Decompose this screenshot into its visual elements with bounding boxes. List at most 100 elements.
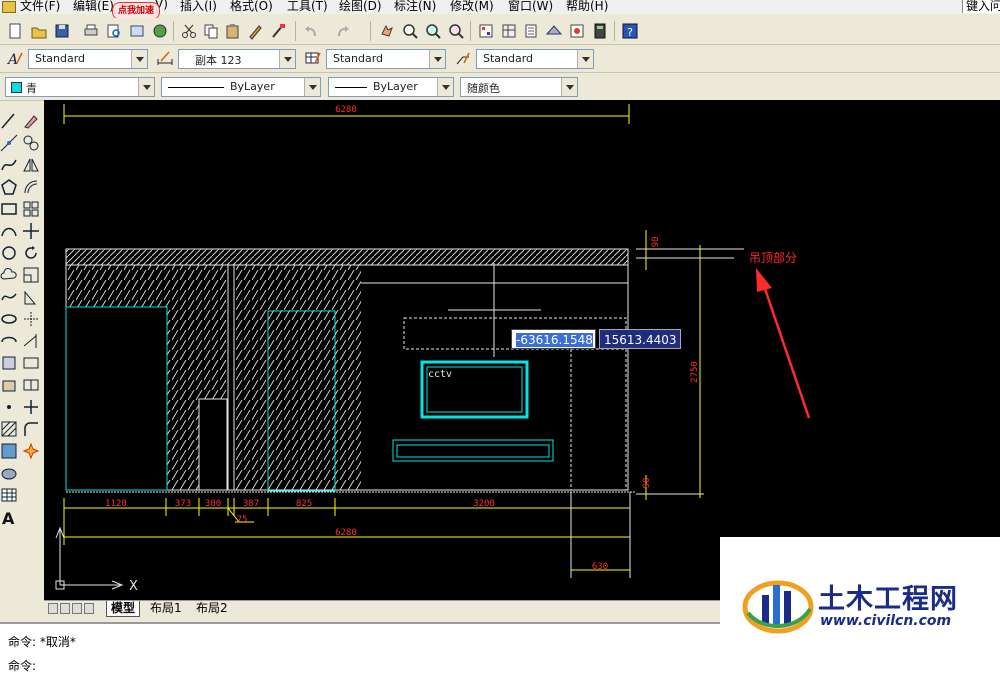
multileader-style-value: Standard <box>483 52 534 65</box>
break-icon[interactable] <box>22 354 40 372</box>
revision-cloud-icon[interactable] <box>0 266 18 284</box>
spline-icon[interactable] <box>0 288 18 306</box>
linetype-select[interactable]: ByLayer <box>161 77 321 97</box>
copy-object-icon[interactable] <box>22 134 40 152</box>
print-icon[interactable] <box>82 22 100 40</box>
hatch-icon[interactable] <box>0 420 18 438</box>
construction-line-icon[interactable] <box>0 134 18 152</box>
rotate-icon[interactable] <box>22 244 40 262</box>
table-style-icon[interactable] <box>304 49 322 67</box>
save-icon[interactable] <box>53 22 71 40</box>
extend-icon[interactable] <box>22 332 40 350</box>
circle-icon[interactable] <box>0 244 18 262</box>
menu-format[interactable]: 格式(O) <box>230 0 273 14</box>
offset-icon[interactable] <box>22 178 40 196</box>
menu-insert[interactable]: 插入(I) <box>180 0 217 14</box>
command-prompt[interactable]: 命令: <box>8 657 36 674</box>
region-icon[interactable] <box>0 464 18 482</box>
block-editor-icon[interactable] <box>270 22 288 40</box>
tab-next-icon[interactable] <box>72 603 82 614</box>
dim-style-icon[interactable] <box>156 49 174 67</box>
erase-icon[interactable] <box>22 112 40 130</box>
line-icon[interactable] <box>0 112 18 130</box>
zoom-window-icon[interactable] <box>424 22 442 40</box>
make-block-icon[interactable] <box>0 376 18 394</box>
tab-first-icon[interactable] <box>48 603 58 614</box>
undo-icon[interactable] <box>302 22 320 40</box>
insert-block-icon[interactable] <box>0 354 18 372</box>
calculator-icon[interactable] <box>591 22 609 40</box>
menu-file[interactable]: 文件(F) <box>20 0 60 14</box>
publish-icon[interactable] <box>128 22 146 40</box>
match-properties-icon[interactable] <box>247 22 265 40</box>
menu-edit[interactable]: 编辑(E) <box>73 0 114 14</box>
civilcn-logo-icon <box>742 580 814 634</box>
sheet-set-icon[interactable] <box>545 22 563 40</box>
join-icon[interactable] <box>22 376 40 394</box>
layer-color-select[interactable]: 青 <box>5 77 155 97</box>
polyline-icon[interactable] <box>0 156 18 174</box>
mirror-icon[interactable] <box>22 156 40 174</box>
menu-help[interactable]: 帮助(H) <box>566 0 608 14</box>
zoom-realtime-icon[interactable] <box>401 22 419 40</box>
rectangle-icon[interactable] <box>0 200 18 218</box>
menu-tools[interactable]: 工具(T) <box>287 0 328 14</box>
arc-icon[interactable] <box>0 222 18 240</box>
app-icon[interactable] <box>2 1 16 13</box>
ellipse-icon[interactable] <box>0 310 18 328</box>
menu-modify[interactable]: 修改(M) <box>450 0 494 14</box>
explode-icon[interactable] <box>22 442 40 460</box>
text-style-icon[interactable]: A <box>6 49 24 68</box>
point-icon[interactable] <box>0 398 18 416</box>
tab-layout1[interactable]: 布局1 <box>146 601 186 616</box>
chamfer-icon[interactable] <box>22 398 40 416</box>
menu-draw[interactable]: 绘图(D) <box>339 0 382 14</box>
move-icon[interactable] <box>22 222 40 240</box>
help-search-box[interactable]: 键入问 <box>962 0 1000 13</box>
multiline-text-icon[interactable]: A <box>0 508 18 528</box>
drawing-canvas[interactable]: cctv 6280 1120 373 300 387 825 3200 75 6… <box>44 100 1000 600</box>
table-style-select[interactable]: Standard <box>326 49 446 69</box>
plot-preview-icon[interactable] <box>105 22 123 40</box>
array-icon[interactable] <box>22 200 40 218</box>
ellipse-arc-icon[interactable] <box>0 332 18 350</box>
tab-last-icon[interactable] <box>84 603 94 614</box>
cut-icon[interactable] <box>180 22 198 40</box>
trim-icon[interactable] <box>22 310 40 328</box>
open-file-icon[interactable] <box>30 22 48 40</box>
dynamic-input-y[interactable]: 15613.4403 <box>599 329 681 349</box>
menu-window[interactable]: 窗口(W) <box>508 0 553 14</box>
dim-style-select[interactable]: 副本 123 <box>178 49 296 69</box>
table-icon[interactable] <box>0 486 18 504</box>
dynamic-input-x[interactable]: -63616.1548 <box>511 329 596 349</box>
new-file-icon[interactable] <box>6 22 24 40</box>
properties-icon[interactable] <box>477 22 495 40</box>
copy-icon[interactable] <box>202 22 220 40</box>
text-style-select[interactable]: Standard <box>28 49 148 69</box>
redo-icon[interactable] <box>334 22 352 40</box>
tab-model[interactable]: 模型 <box>106 601 141 617</box>
lineweight-select[interactable]: ByLayer <box>328 77 454 97</box>
scale-icon[interactable] <box>22 266 40 284</box>
tool-palettes-icon[interactable] <box>522 22 540 40</box>
gradient-icon[interactable] <box>0 442 18 460</box>
stretch-icon[interactable] <box>22 288 40 306</box>
multileader-style-icon[interactable] <box>454 49 472 67</box>
paste-icon[interactable] <box>224 22 242 40</box>
markup-icon[interactable] <box>568 22 586 40</box>
lineweight-value: ByLayer <box>373 80 418 93</box>
menu-dimension[interactable]: 标注(N) <box>394 0 436 14</box>
help-icon[interactable]: ? <box>621 22 639 40</box>
tab-layout2[interactable]: 布局2 <box>192 601 232 616</box>
pan-icon[interactable] <box>378 22 396 40</box>
plot-color-select[interactable]: 随颜色 <box>460 77 578 97</box>
zoom-previous-icon[interactable] <box>447 22 465 40</box>
polygon-icon[interactable] <box>0 178 18 196</box>
dim-text-seg5: 825 <box>296 499 312 509</box>
fillet-icon[interactable] <box>22 420 40 438</box>
tab-prev-icon[interactable] <box>60 603 70 614</box>
design-center-icon[interactable] <box>500 22 518 40</box>
multileader-style-select[interactable]: Standard <box>476 49 594 69</box>
globe-icon[interactable] <box>151 22 169 40</box>
linetype-swatch <box>168 87 224 88</box>
